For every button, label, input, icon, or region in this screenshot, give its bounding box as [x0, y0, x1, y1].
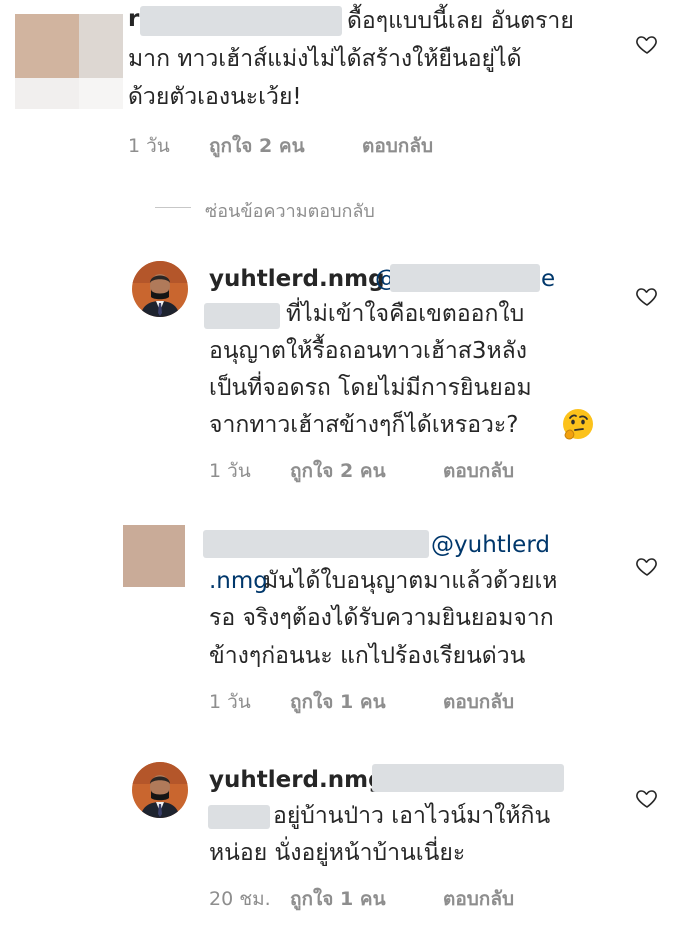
replies-divider	[155, 207, 191, 208]
mention-link[interactable]: @yuhtlerd	[431, 528, 550, 562]
comment-text-line: รอ จริงๆต้องได้รับความยินยอมจาก	[209, 605, 554, 631]
reply-button[interactable]: ตอบกลับ	[443, 888, 514, 910]
mention-redaction	[208, 805, 270, 829]
comment-text-line: เป็นที่จอดรถ โดยไม่มีการยินยอม	[209, 375, 532, 401]
comment-time: 20 ชม.	[209, 888, 271, 910]
likes-count[interactable]: ถูกใจ 2 คน	[290, 460, 386, 482]
avatar-blurred[interactable]	[15, 14, 123, 109]
reply-button[interactable]: ตอบกลับ	[443, 460, 514, 482]
mention-link[interactable]: .nmg	[209, 564, 268, 598]
comment-time: 1 วัน	[209, 460, 251, 482]
heart-icon[interactable]	[634, 786, 660, 810]
mention-link[interactable]: e	[541, 262, 555, 296]
hide-replies-button[interactable]: ซ่อนข้อความตอบกลับ	[205, 196, 375, 225]
comment-text-line: มาก ทาวเฮ้าส์แม่งไม่ได้สร้างให้ยืนอยู่ได…	[128, 46, 522, 72]
reply-button[interactable]: ตอบกลับ	[443, 691, 514, 713]
mention-redaction	[372, 764, 564, 792]
comment-username[interactable]: r	[128, 2, 139, 36]
heart-icon[interactable]	[634, 32, 660, 56]
heart-icon[interactable]	[634, 284, 660, 308]
comment-text-line: ข้างๆก่อนนะ แกไปร้องเรียนด่วน	[209, 643, 526, 669]
comment-text-line: ดื้อๆแบบนี้เลย อันตราย	[347, 8, 574, 34]
likes-count[interactable]: ถูกใจ 2 คน	[209, 135, 305, 157]
comment-text-line: อนุญาตให้รื้อถอนทาวเฮ้าส3หลัง	[209, 338, 527, 364]
comment-time: 1 วัน	[128, 135, 170, 157]
comment-text-line: มันได้ใบอนุญาตมาแล้วด้วยเห	[263, 568, 558, 594]
reply-button[interactable]: ตอบกลับ	[362, 135, 433, 157]
likes-count[interactable]: ถูกใจ 1 คน	[290, 691, 386, 713]
comment-text-line: หน่อย นั่งอยู่หน้าบ้านเนี่ยะ	[209, 840, 466, 866]
comment-text-line: อยู่บ้านป่าว เอาไวน์มาให้กิน	[273, 803, 551, 829]
comment-time: 1 วัน	[209, 691, 251, 713]
likes-count[interactable]: ถูกใจ 1 คน	[290, 888, 386, 910]
comment-username[interactable]: yuhtlerd.nmg	[209, 262, 385, 296]
username-redaction	[203, 530, 429, 558]
username-redaction	[140, 6, 342, 36]
user-avatar[interactable]	[132, 762, 188, 818]
thinking-face-emoji	[561, 407, 595, 441]
mention-redaction	[204, 303, 280, 329]
comment-text-line: ด้วยตัวเองนะเว้ย!	[128, 84, 302, 110]
avatar-blurred[interactable]	[123, 525, 185, 587]
comment-username[interactable]: yuhtlerd.nmg	[209, 763, 385, 797]
heart-icon[interactable]	[634, 554, 660, 578]
mention-redaction	[390, 264, 540, 292]
user-avatar[interactable]	[132, 261, 188, 317]
comment-text-line: จากทาวเฮ้าสข้างๆก็ได้เหรอวะ?	[209, 412, 519, 438]
comment-text-line: ที่ไม่เข้าใจคือเขตออกใบ	[286, 301, 525, 327]
